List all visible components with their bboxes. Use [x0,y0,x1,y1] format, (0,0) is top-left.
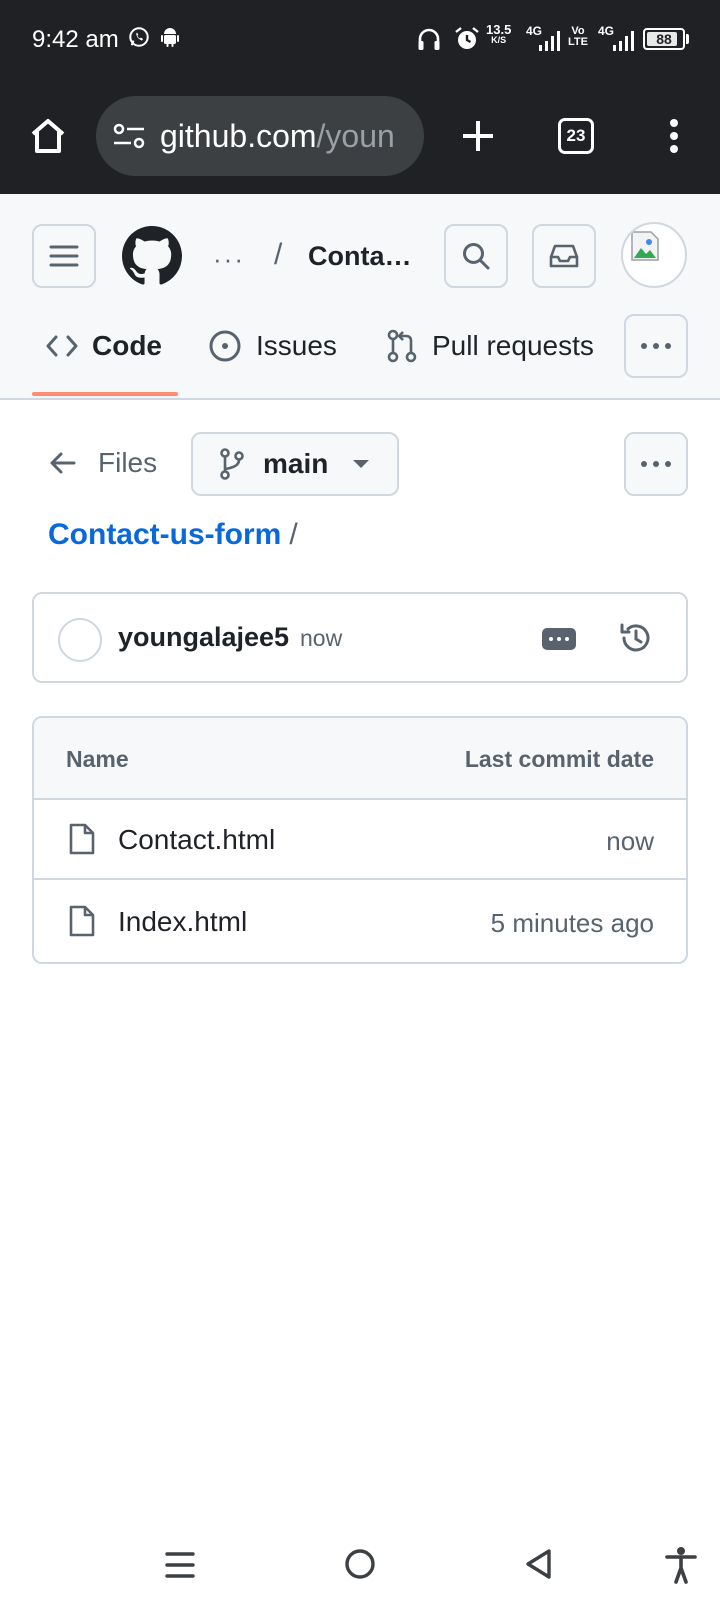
battery-tip [686,34,689,44]
latest-commit-box: youngalajee5 now [32,592,688,683]
commit-message-toggle[interactable] [542,628,576,650]
files-table: Name Last commit date Contact.html now I… [32,716,688,964]
hamburger-icon [49,245,79,267]
new-tab-button[interactable] [452,110,504,162]
system-nav-bar [0,1520,720,1612]
tab-code-label: Code [92,330,162,361]
signal-icon-2 [613,31,634,51]
tab-pull-requests-label: Pull requests [432,330,594,361]
file-commit-date: 5 minutes ago [490,908,654,938]
file-name-link[interactable]: Contact.html [118,824,275,856]
breadcrumb-separator: / [274,238,283,271]
tab-issues[interactable]: Issues [208,306,337,386]
tab-code[interactable]: Code [46,306,162,386]
path-separator: / [289,518,298,551]
files-label: Files [98,447,158,478]
table-row[interactable]: Index.html 5 minutes ago [34,882,686,962]
back-nav-icon[interactable] [524,1548,554,1580]
commit-author[interactable]: youngalajee5 [118,622,289,653]
table-row[interactable]: Contact.html now [34,800,686,880]
url-text: github.com/youn [160,118,410,155]
battery-icon: 88 [643,28,685,50]
files-back-link[interactable]: Files [48,440,157,486]
home-nav-icon[interactable] [344,1548,376,1580]
home-button[interactable] [22,110,74,162]
headphones-icon [418,28,440,50]
history-icon[interactable] [618,620,654,656]
volte-bottom: LTE [568,36,588,48]
user-avatar[interactable] [621,222,687,288]
github-header: ··· / Conta… Code Issues Pull requests [0,194,720,400]
breadcrumb-repo-name[interactable]: Conta… [308,241,412,272]
tab-pull-requests[interactable]: Pull requests [386,306,594,386]
broken-image-icon [631,231,659,261]
issue-icon [209,330,241,362]
site-info-icon [113,123,145,149]
column-name-header: Name [66,746,129,772]
signal-icon [539,31,560,51]
commit-author-avatar[interactable] [58,618,102,662]
kebab-horizontal-icon [641,343,671,349]
file-icon [69,905,95,937]
url-host: github.com [160,118,317,154]
branch-name: main [263,448,329,479]
browser-menu-button[interactable] [650,110,698,162]
tab-switcher-button[interactable]: 23 [558,118,594,154]
file-path-breadcrumb: Contact-us-form / [48,518,298,552]
file-name-link[interactable]: Index.html [118,906,247,938]
home-icon [31,119,65,153]
branch-selector[interactable]: main [191,432,399,496]
git-branch-icon [220,448,244,480]
file-commit-date: now [606,826,654,856]
android-icon [161,28,179,47]
new-tab-icon [463,121,493,151]
alarm-icon [455,27,479,49]
breadcrumb-owner-ellipsis[interactable]: ··· [213,244,245,275]
address-bar[interactable]: github.com/youn [96,96,424,176]
net-speed: 13.5 K/S [486,22,512,46]
caret-down-icon [353,460,370,468]
column-date-header: Last commit date [464,746,654,772]
dot [549,637,553,641]
hamburger-button[interactable] [32,224,96,288]
file-icon [69,823,95,855]
search-button[interactable] [444,224,508,288]
inbox-icon [549,244,579,268]
whatsapp-icon [129,27,149,47]
code-icon [46,335,78,357]
path-repo-link[interactable]: Contact-us-form [48,518,281,551]
battery-level: 88 [656,31,672,47]
files-table-header: Name Last commit date [34,718,686,800]
status-time: 9:42 am [32,26,119,53]
arrow-left-icon [50,452,76,474]
browser-toolbar: github.com/youn 23 [0,84,720,194]
github-logo-icon[interactable] [122,226,182,286]
dot [557,637,561,641]
inbox-button[interactable] [532,224,596,288]
volte-indicator: Vo LTE [568,26,588,48]
url-path: /youn [316,118,395,154]
search-icon [463,243,490,270]
pull-request-icon [387,329,417,363]
commit-time: now [300,625,343,651]
menu-icon [670,119,678,153]
accessibility-icon[interactable] [664,1546,698,1584]
dot [565,637,569,641]
more-tabs-button[interactable] [624,314,688,378]
net-speed-value: 13.5 [486,22,512,37]
kebab-horizontal-icon [641,461,671,467]
active-tab-indicator [32,392,178,396]
more-options-button[interactable] [624,432,688,496]
status-bar: 9:42 am 13.5 K/S 4G Vo LTE 4G 88 [0,0,720,84]
recent-apps-icon[interactable] [164,1550,196,1580]
tab-issues-label: Issues [256,330,337,361]
